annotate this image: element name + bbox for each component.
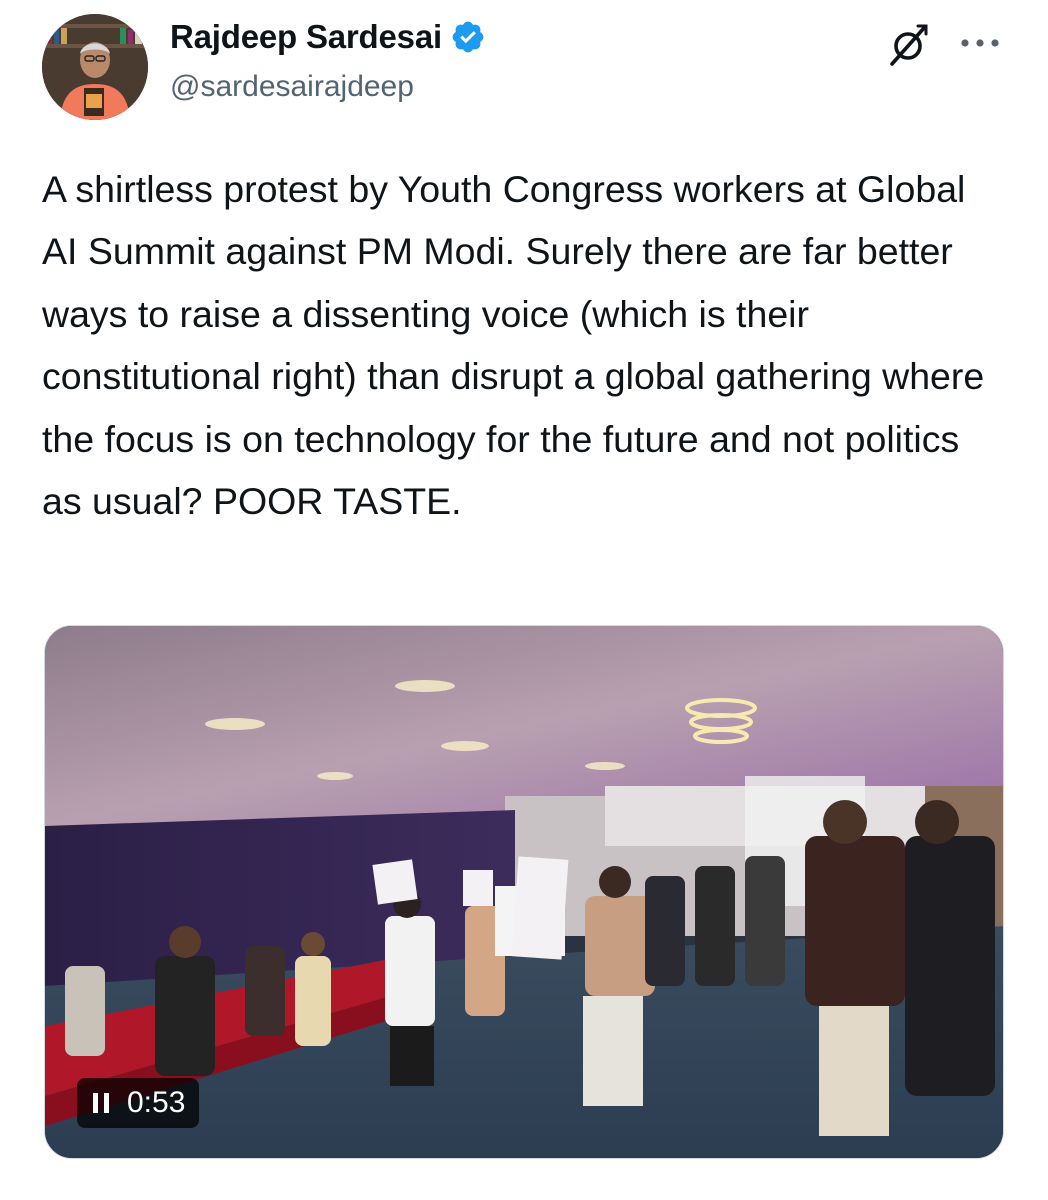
video-control-pill[interactable]: 0:53 (77, 1078, 200, 1128)
author-handle[interactable]: @sardesairajdeep (170, 70, 414, 104)
author-display-name[interactable]: Rajdeep Sardesai (170, 18, 442, 56)
video-duration: 0:53 (127, 1086, 186, 1119)
pause-icon[interactable] (91, 1091, 113, 1115)
video-player[interactable]: 0:53 (44, 625, 1004, 1159)
more-button[interactable] (956, 28, 1004, 58)
author-name-row[interactable]: Rajdeep Sardesai (170, 18, 486, 56)
avatar[interactable] (42, 14, 148, 120)
verified-badge-icon (452, 21, 484, 53)
more-horizontal-icon (961, 39, 999, 47)
grok-icon[interactable] (884, 22, 932, 70)
tweet-text: A shirtless protest by Youth Congress wo… (42, 168, 995, 523)
profile-photo-icon (42, 14, 148, 120)
tweet: Rajdeep Sardesai @sardesairajdeep A shir… (0, 0, 1048, 1200)
